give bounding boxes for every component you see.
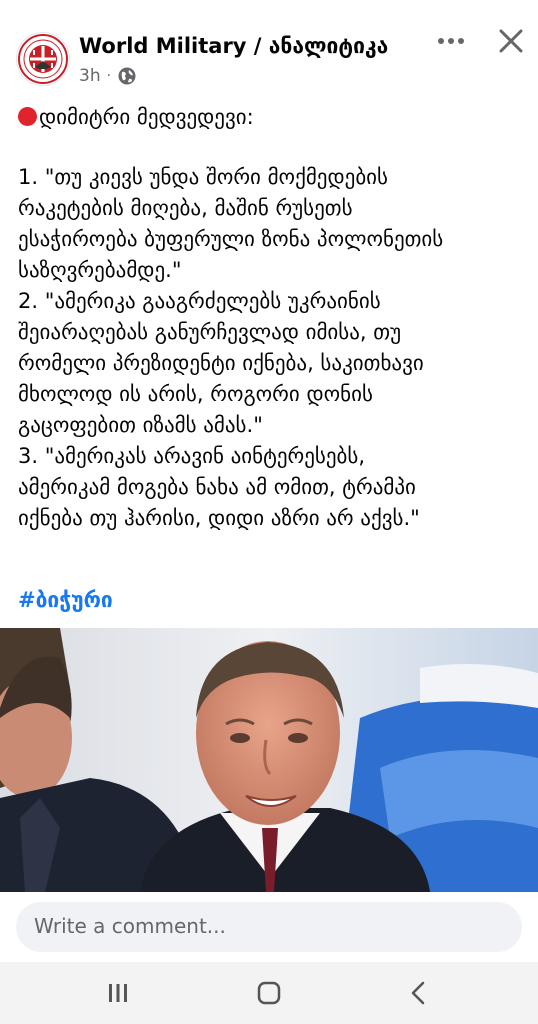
post-line: 3. "ამერიკას არავინ აინტერესებს, [18, 444, 366, 468]
more-dots-icon [438, 38, 464, 44]
close-button[interactable] [496, 26, 526, 56]
page-name[interactable]: World Military / ანალიტიკა [79, 34, 388, 58]
post-headline: დიმიტრი მედვედევი: [39, 105, 254, 129]
post-line: ამერიკამ მოგება ნახა ამ ომით, ტრამპი [18, 475, 416, 499]
back-button[interactable] [404, 980, 434, 1006]
post-meta: 3h · [79, 66, 137, 86]
quote-list: 1. "თუ კიევს უნდა შორი მოქმედების რაკეტე… [18, 162, 528, 534]
post-line: გაცოფებით იზამს ამას." [18, 413, 263, 437]
post-line: 1. "თუ კიევს უნდა შორი მოქმედების [18, 165, 389, 189]
post-line: მხოლოდ ის არის, როგორი დონის [18, 382, 373, 406]
post-headline-line: დიმიტრი მედვედევი: [18, 102, 528, 133]
post-line: 2. "ამერიკა გააგრძელებს უკრაინის [18, 289, 381, 313]
post-line: რაკეტების მიღება, მაშინ რუსეთს [18, 196, 353, 220]
hashtag-link[interactable]: #ბიჭური [18, 588, 113, 612]
meta-separator: · [106, 68, 112, 84]
post-line: რომელი პრეზიდენტი იქნება, საკითხავი [18, 351, 424, 375]
comment-placeholder: Write a comment... [34, 914, 226, 938]
post-text: დიმიტრი მედვედევი: 1. "თუ კიევს უნდა შორ… [18, 102, 528, 534]
recents-icon [109, 984, 127, 1002]
page-avatar[interactable] [16, 32, 70, 86]
photo-image [0, 628, 538, 892]
post-photo[interactable] [0, 628, 538, 892]
recents-button[interactable] [103, 980, 133, 1006]
emblem-icon [18, 34, 68, 84]
post-line: შეიარაღებას განურჩევლად იმისა, თუ [18, 320, 402, 344]
comment-input[interactable]: Write a comment... [16, 902, 522, 952]
post-line: საზღვრებამდე." [18, 258, 182, 282]
close-icon [499, 29, 523, 53]
home-icon [257, 981, 281, 1005]
comment-area: Write a comment... [0, 892, 538, 962]
more-options-button[interactable] [434, 28, 468, 54]
post-line: ესაჭიროება ბუფერული ზონა პოლონეთის [18, 227, 444, 251]
system-nav-bar [0, 962, 538, 1024]
post-line: იქნება თუ ჰარისი, დიდი აზრი არ აქვს." [18, 506, 420, 530]
post-header: World Military / ანალიტიკა 3h · [0, 0, 538, 100]
globe-icon [118, 67, 136, 85]
back-icon [411, 981, 425, 1005]
post-time[interactable]: 3h [79, 66, 101, 86]
home-button[interactable] [254, 980, 284, 1006]
red-circle-icon [18, 107, 37, 126]
